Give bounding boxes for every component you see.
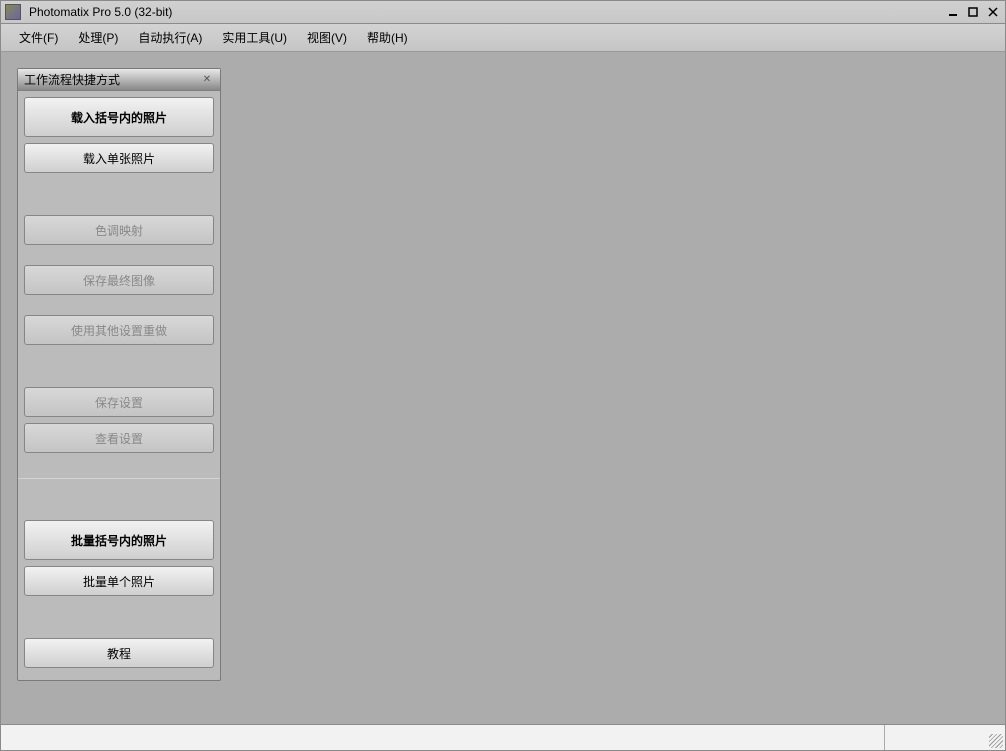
redo-other-settings-button: 使用其他设置重做 (24, 315, 214, 345)
minimize-button[interactable] (945, 5, 961, 19)
menu-utilities[interactable]: 实用工具(U) (212, 25, 297, 50)
app-icon (5, 4, 21, 20)
panel-separator (18, 478, 220, 479)
main-client-area: 工作流程快捷方式 ✕ 载入括号内的照片 载入单张照片 色调映射 保存最终图像 使… (0, 52, 1006, 724)
close-window-button[interactable] (985, 5, 1001, 19)
spacer (24, 484, 214, 520)
menu-help[interactable]: 帮助(H) (357, 25, 418, 50)
spacer (24, 351, 214, 387)
tutorial-button[interactable]: 教程 (24, 638, 214, 668)
menu-process[interactable]: 处理(P) (68, 25, 128, 50)
spacer (24, 602, 214, 638)
batch-bracketed-button[interactable]: 批量括号内的照片 (24, 520, 214, 560)
close-icon (988, 7, 998, 17)
maximize-icon (968, 7, 978, 17)
window-title: Photomatix Pro 5.0 (32-bit) (29, 5, 945, 19)
menu-file[interactable]: 文件(F) (9, 25, 68, 50)
save-settings-button: 保存设置 (24, 387, 214, 417)
view-settings-button: 查看设置 (24, 423, 214, 453)
statusbar-left (1, 725, 885, 750)
menu-automate[interactable]: 自动执行(A) (128, 25, 212, 50)
panel-title-text: 工作流程快捷方式 (24, 71, 200, 88)
workflow-shortcuts-panel: 工作流程快捷方式 ✕ 载入括号内的照片 载入单张照片 色调映射 保存最终图像 使… (17, 68, 221, 681)
menubar: 文件(F) 处理(P) 自动执行(A) 实用工具(U) 视图(V) 帮助(H) (0, 24, 1006, 52)
save-final-button: 保存最终图像 (24, 265, 214, 295)
batch-single-button[interactable]: 批量单个照片 (24, 566, 214, 596)
maximize-button[interactable] (965, 5, 981, 19)
spacer (24, 251, 214, 265)
load-single-button[interactable]: 载入单张照片 (24, 143, 214, 173)
spacer (24, 301, 214, 315)
panel-titlebar[interactable]: 工作流程快捷方式 ✕ (18, 69, 220, 91)
load-bracketed-button[interactable]: 载入括号内的照片 (24, 97, 214, 137)
spacer (24, 179, 214, 215)
minimize-icon (948, 7, 958, 17)
tone-mapping-button: 色调映射 (24, 215, 214, 245)
statusbar-right (885, 725, 1005, 750)
spacer (24, 459, 214, 473)
menu-view[interactable]: 视图(V) (297, 25, 357, 50)
panel-close-button[interactable]: ✕ (200, 73, 214, 87)
window-controls (945, 5, 1001, 19)
resize-grip[interactable] (989, 734, 1003, 748)
titlebar: Photomatix Pro 5.0 (32-bit) (0, 0, 1006, 24)
statusbar (0, 724, 1006, 751)
panel-body: 载入括号内的照片 载入单张照片 色调映射 保存最终图像 使用其他设置重做 保存设… (18, 91, 220, 680)
